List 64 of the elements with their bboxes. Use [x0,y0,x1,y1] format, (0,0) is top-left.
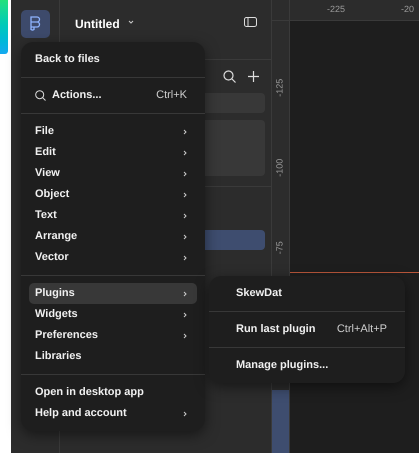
menu-item[interactable]: Open in desktop app [29,382,197,403]
menu-item[interactable]: SkewDat [217,283,397,304]
search-icon[interactable] [223,70,236,83]
chevron-icon [183,254,187,260]
menu-item[interactable]: Arrange [29,226,197,247]
menu-item-label: Actions... [52,88,102,104]
ruler-label: -125 [273,78,286,99]
logo-button[interactable] [20,10,50,38]
menu-item-label: Arrange [35,229,78,244]
menu-item[interactable]: Text [29,205,197,226]
ruler-label: -100 [273,158,286,179]
panel-toggle-icon[interactable] [244,17,257,27]
menu-item-label: Run last plugin [236,322,316,338]
menu-item-label: Open in desktop app [35,385,144,400]
menu-item-label: Back to files [35,52,100,68]
menu-item-label: Plugins [35,286,75,302]
chevron-icon [183,212,187,218]
menu-item[interactable]: Widgets [29,304,197,325]
chevron-icon [183,128,187,134]
logo-icon [30,16,40,32]
gradient-bar [0,0,8,54]
chevron-icon [183,170,187,176]
shortcut-label: Ctrl+Alt+P [336,322,387,338]
menu-item-label: Manage plugins... [236,358,328,374]
menu-item[interactable]: Back to files [29,49,197,70]
menu-item-label: Libraries [35,349,82,364]
menu-item-label: Preferences [35,328,98,344]
chevron-icon [183,410,187,416]
add-icon[interactable] [248,71,259,82]
menu-item[interactable]: Run last plugin Ctrl+Alt+P [217,319,397,340]
menu-item-label: View [35,166,60,182]
menu-item[interactable]: Plugins [29,283,197,304]
chevron-icon [183,290,187,296]
menu-item[interactable]: Preferences [29,325,197,346]
ruler-label: -225 [327,3,346,16]
caret-icon[interactable] [128,20,134,24]
menu-item[interactable]: Manage plugins... [217,355,397,376]
menu-item-label: Widgets [35,307,78,322]
menu-item[interactable]: Actions... Ctrl+K [29,85,197,106]
chevron-icon [183,150,187,156]
menu-item-label: Text [35,208,57,224]
menu-item-label: Object [35,187,70,202]
chevron-icon [183,192,187,198]
menu-item[interactable]: File [29,121,197,142]
menu-item-label: Help and account [35,406,127,422]
menu-item[interactable]: Object [29,184,197,205]
menu-item[interactable]: Edit [29,142,197,163]
menu-item[interactable]: Libraries [29,346,197,367]
menu-item[interactable]: View [29,163,197,184]
menu-item[interactable]: Vector [29,247,197,268]
chevron-icon [183,234,187,240]
menu-item-label: File [35,124,54,140]
ruler-selection-band [272,390,289,453]
menu-item-label: Vector [35,250,69,266]
file-title[interactable]: Untitled [75,15,120,33]
menu-item-label: SkewDat [236,286,282,302]
ruler-label: -75 [273,240,286,256]
search-icon [35,90,46,101]
ruler-label: -20 [401,3,414,16]
chevron-icon [183,332,187,338]
chevron-icon [183,312,187,318]
menu-item[interactable]: Help and account [29,403,197,424]
shortcut-label: Ctrl+K [156,88,187,104]
menu-item-label: Edit [35,145,56,160]
